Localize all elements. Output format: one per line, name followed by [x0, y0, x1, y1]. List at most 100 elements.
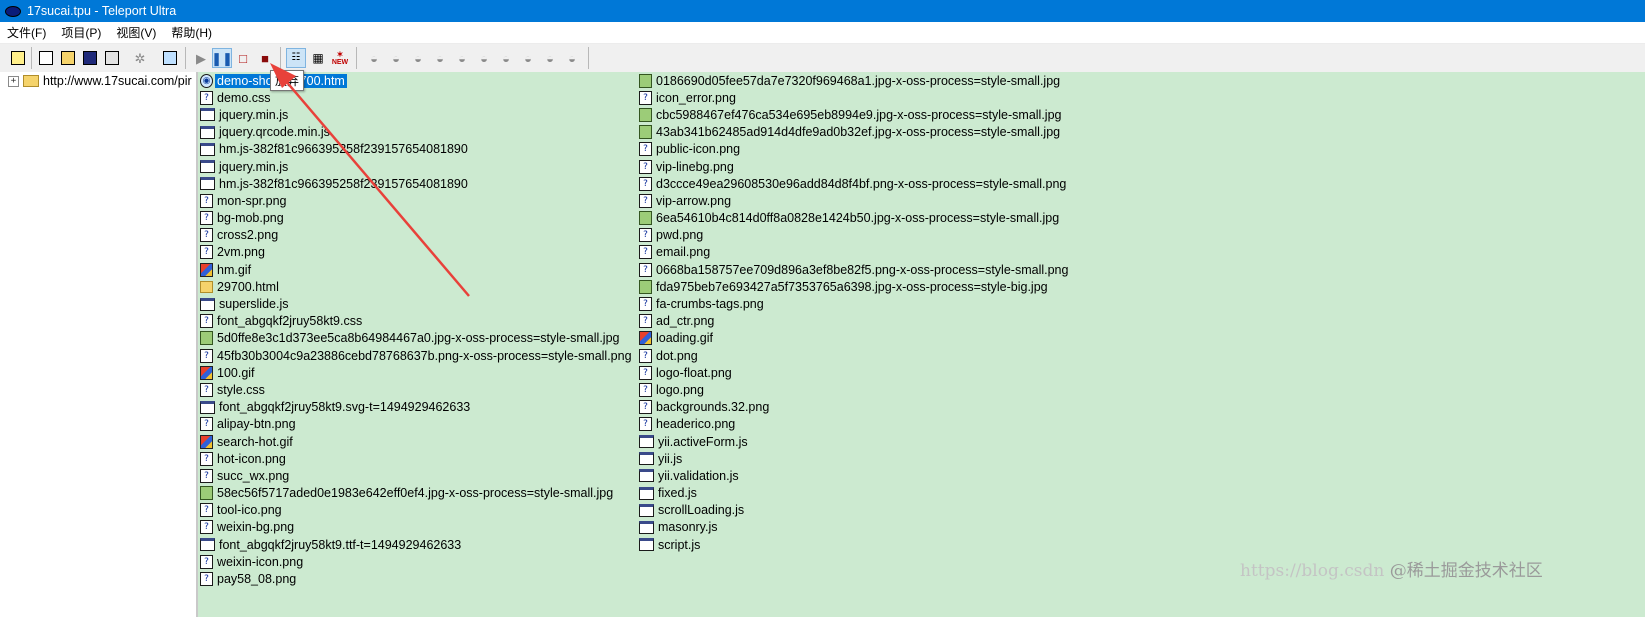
file-row[interactable]: ◉demo-show-29700.htm	[200, 72, 634, 89]
step-2-icon[interactable]: ◒	[386, 48, 406, 68]
unknown-file-icon: ?	[639, 142, 652, 157]
list-view-icon[interactable]: ☷	[286, 48, 306, 68]
file-row[interactable]: ? alipay-btn.png	[200, 416, 634, 433]
file-row[interactable]: ? email.png	[639, 244, 1070, 261]
unknown-file-icon: ?	[639, 314, 652, 329]
file-row[interactable]: fda975beb7e693427a5f7353765a6398.jpg-x-o…	[639, 278, 1070, 295]
file-row[interactable]: search-hot.gif	[200, 433, 634, 450]
file-row[interactable]: 43ab341b62485ad914d4dfe9ad0b32ef.jpg-x-o…	[639, 124, 1070, 141]
grid-view-icon[interactable]: ▦	[308, 48, 328, 68]
file-row[interactable]: ? font_abgqkf2jruy58kt9.css	[200, 313, 634, 330]
file-row[interactable]: ? 2vm.png	[200, 244, 634, 261]
step-6-icon[interactable]: ◒	[474, 48, 494, 68]
file-row[interactable]: ? fa-crumbs-tags.png	[639, 295, 1070, 312]
file-row[interactable]: ? 0668ba158757ee709d896a3ef8be82f5.png-x-…	[639, 261, 1070, 278]
file-row[interactable]: jquery.qrcode.min.js	[200, 124, 634, 141]
watermark-url: https://blog.csdn	[1240, 561, 1385, 581]
step-9-icon[interactable]: ◒	[540, 48, 560, 68]
file-row[interactable]: ? style.css	[200, 381, 634, 398]
file-row[interactable]: hm.js-382f81c966395258f239157654081890	[200, 175, 634, 192]
abandon-icon[interactable]: ■	[255, 48, 275, 68]
file-row[interactable]: ? hot-icon.png	[200, 450, 634, 467]
file-row[interactable]: loading.gif	[639, 330, 1070, 347]
file-row[interactable]: yii.js	[639, 450, 1070, 467]
file-row[interactable]: ? 45fb30b3004c9a23886cebd78768637b.png-x-…	[200, 347, 634, 364]
file-row[interactable]: superslide.js	[200, 295, 634, 312]
file-row[interactable]: ? icon_error.png	[639, 89, 1070, 106]
step-7-icon[interactable]: ◒	[496, 48, 516, 68]
file-row[interactable]: ? tool-ico.png	[200, 502, 634, 519]
file-row[interactable]: font_abgqkf2jruy58kt9.svg-t=149492946263…	[200, 399, 634, 416]
file-row[interactable]: ? demo.css	[200, 89, 634, 106]
file-name: search-hot.gif	[217, 434, 293, 449]
unknown-file-icon: ?	[200, 451, 213, 466]
file-row[interactable]: ? pwd.png	[639, 227, 1070, 244]
file-row[interactable]: ? d3ccce49ea29608530e96add84d8f4bf.png-x-…	[639, 175, 1070, 192]
script-file-icon	[200, 297, 215, 311]
file-row[interactable]: font_abgqkf2jruy58kt9.ttf-t=149492946263…	[200, 536, 634, 553]
file-name: ad_ctr.png	[656, 314, 715, 329]
file-name: yii.activeForm.js	[658, 434, 748, 449]
step-5-icon[interactable]: ◒	[452, 48, 472, 68]
file-row[interactable]: jquery.min.js	[200, 106, 634, 123]
file-row[interactable]: ? logo.png	[639, 381, 1070, 398]
file-row[interactable]: ? weixin-bg.png	[200, 519, 634, 536]
file-row[interactable]: 29700.html	[200, 278, 634, 295]
file-row[interactable]: 6ea54610b4c814d0ff8a0828e1424b50.jpg-x-o…	[639, 210, 1070, 227]
open-folder-icon[interactable]	[58, 48, 78, 68]
file-row[interactable]: ? dot.png	[639, 347, 1070, 364]
file-row[interactable]: script.js	[639, 536, 1070, 553]
file-row[interactable]: cbc5988467ef476ca534e695eb8994e9.jpg-x-o…	[639, 106, 1070, 123]
file-name: script.js	[658, 537, 701, 552]
pause-icon[interactable]: ❚❚	[211, 48, 233, 68]
file-row[interactable]: masonry.js	[639, 519, 1070, 536]
file-row[interactable]: hm.gif	[200, 261, 634, 278]
file-row[interactable]: ? public-icon.png	[639, 141, 1070, 158]
file-row[interactable]: ? ad_ctr.png	[639, 313, 1070, 330]
file-row[interactable]: ? logo-float.png	[639, 364, 1070, 381]
file-row[interactable]: ? cross2.png	[200, 227, 634, 244]
menu-help[interactable]: 帮助(H)	[164, 24, 220, 41]
file-row[interactable]: ? vip-arrow.png	[639, 192, 1070, 209]
file-row[interactable]: yii.activeForm.js	[639, 433, 1070, 450]
start-icon[interactable]: ▶	[191, 48, 211, 68]
file-row[interactable]: scrollLoading.js	[639, 502, 1070, 519]
connect-icon[interactable]: ✲	[130, 48, 150, 68]
file-row[interactable]: ? pay58_08.png	[200, 570, 634, 587]
file-name: mon-spr.png	[217, 193, 287, 208]
file-row[interactable]: ? mon-spr.png	[200, 192, 634, 209]
file-row[interactable]: ? bg-mob.png	[200, 210, 634, 227]
menu-view[interactable]: 视图(V)	[109, 24, 164, 41]
menu-file[interactable]: 文件(F)	[0, 24, 54, 41]
step-4-icon[interactable]: ◒	[430, 48, 450, 68]
expand-icon[interactable]: +	[8, 75, 19, 87]
step-10-icon[interactable]: ◒	[562, 48, 582, 68]
browse-icon[interactable]	[160, 48, 180, 68]
menu-project[interactable]: 项目(P)	[54, 24, 109, 41]
file-row[interactable]: ? headerico.png	[639, 416, 1070, 433]
new-files-icon[interactable]: ✶ NEW	[330, 48, 350, 68]
file-row[interactable]: ? backgrounds.32.png	[639, 399, 1070, 416]
file-row[interactable]: ? vip-linebg.png	[639, 158, 1070, 175]
file-row[interactable]: jquery.min.js	[200, 158, 634, 175]
tree-node-label: http://www.17sucai.com/pir	[43, 74, 192, 88]
file-row[interactable]: 100.gif	[200, 364, 634, 381]
step-3-icon[interactable]: ◒	[408, 48, 428, 68]
unknown-file-icon: ?	[639, 90, 652, 105]
wizard-icon[interactable]	[8, 48, 28, 68]
step-1-icon[interactable]: ◒	[364, 48, 384, 68]
file-row[interactable]: hm.js-382f81c966395258f239157654081890	[200, 141, 634, 158]
new-file-icon[interactable]	[36, 48, 56, 68]
file-row[interactable]: 0186690d05fee57da7e7320f969468a1.jpg-x-o…	[639, 72, 1070, 89]
save-icon[interactable]	[80, 48, 100, 68]
properties-icon[interactable]	[102, 48, 122, 68]
file-row[interactable]: 5d0ffe8e3c1d373ee5ca8b64984467a0.jpg-x-o…	[200, 330, 634, 347]
stop-icon[interactable]: □	[233, 48, 253, 68]
file-row[interactable]: yii.validation.js	[639, 467, 1070, 484]
file-row[interactable]: ? succ_wx.png	[200, 467, 634, 484]
file-row[interactable]: fixed.js	[639, 485, 1070, 502]
file-row[interactable]: ? weixin-icon.png	[200, 553, 634, 570]
step-8-icon[interactable]: ◒	[518, 48, 538, 68]
tree-node-root[interactable]: + http://www.17sucai.com/pir	[8, 74, 192, 88]
file-row[interactable]: 58ec56f5717aded0e1983e642eff0ef4.jpg-x-o…	[200, 485, 634, 502]
